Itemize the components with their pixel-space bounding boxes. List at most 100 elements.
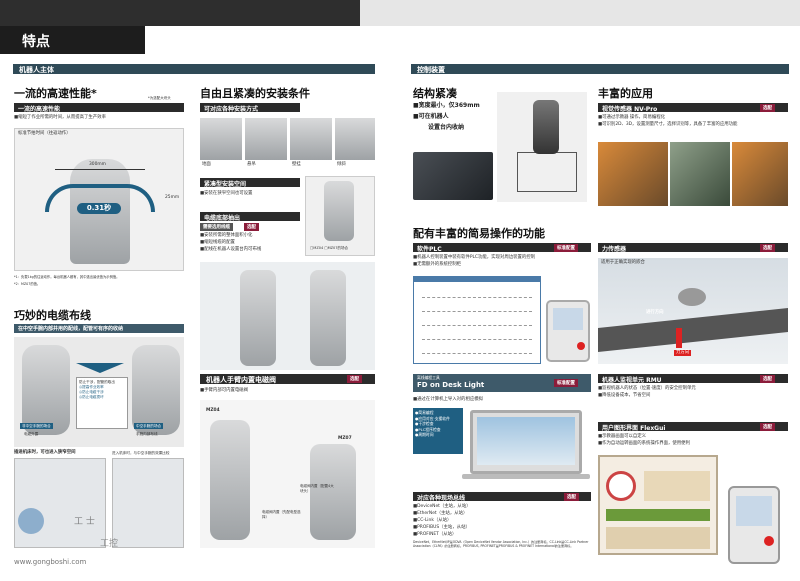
ops-heading: 配有丰富的简易操作的功能	[413, 227, 545, 240]
apps-item: ■可识别2D、3D，设置测量尺寸，选择识别等，具备了丰富的应用功能	[598, 122, 738, 127]
teach-pendant-image	[546, 300, 590, 362]
handcable-note-1: 电磁阀内置（先配电型选择）	[262, 510, 301, 519]
fieldbus-item: ■DeviceNet（主站，从站）	[413, 504, 471, 509]
compact-item: ■可在机器人	[413, 113, 449, 120]
header-light-band	[360, 0, 800, 26]
robot-table	[517, 152, 577, 192]
install-legend: □MZ04 □MZ07的场合	[310, 246, 348, 250]
speed-heading: 一流的高速性能*	[14, 87, 97, 100]
speed-text: ■缩短了作业所需的时间，从而提高了生产效率	[14, 115, 106, 120]
cable-mid-box: 防止干涉，配管的取出 ◎提高作业效率 ◎防止电缆干涉 ◎防止电缆损坏	[76, 377, 128, 429]
apps-opt: 选配	[760, 104, 775, 112]
flexgui-pendant-estop	[764, 536, 774, 546]
flexgui-controls	[606, 527, 710, 549]
compact-heading: 结构紧凑	[413, 87, 457, 100]
speed-subheading: 一流的高速性能	[14, 103, 184, 113]
robot-photo-a	[240, 270, 276, 366]
speed-diagram: 标准节拍时间（往返动作） 300mm 25mm 0.31秒	[14, 128, 184, 271]
install-cable-opt: 选配	[244, 223, 259, 231]
force-arrow-2: 力方向	[674, 350, 692, 356]
watermark-url: www.gongboshi.com	[14, 558, 87, 566]
emergency-stop	[577, 342, 585, 350]
ladder-rung	[422, 297, 532, 298]
mount-label-ceiling: 悬吊	[247, 162, 256, 167]
gauge-dial	[606, 471, 636, 501]
rmu-tag: 选配	[760, 375, 775, 383]
flexgui-pendant-screen	[736, 496, 772, 526]
plc-ladder-screen	[413, 276, 541, 364]
model-mz04: MZ04	[206, 408, 220, 413]
cable-left-label-2: 电缆外露	[24, 432, 39, 436]
mount-ceiling-image	[245, 118, 287, 160]
fieldbus-item: ■EtherNet（主站，从站）	[413, 511, 468, 516]
ladder-rung	[422, 353, 532, 354]
softplc-item: ■机器人控制装置中装有软件PLC功能，实现对周边装置的控制	[413, 255, 536, 260]
force-arrow-down	[676, 328, 682, 348]
force-caption: 适用于正确实现的嵌合	[601, 260, 645, 265]
speed-footnote-1: *1：负载1kg的往返动作。每台机器人都有，其中选出最优值为示例值。	[14, 275, 120, 279]
cable-right-label: 中空手腕的场合	[134, 423, 164, 429]
mount-label-wall: 壁挂	[292, 162, 301, 167]
flexgui-bar	[606, 509, 710, 521]
watermark-logo	[18, 508, 44, 534]
apps-heading: 丰富的应用	[598, 87, 653, 100]
compact-item: 设置台内收纳	[428, 124, 465, 131]
cable-diagram: 防止干涉，配管的取出 ◎提高作业效率 ◎防止电缆干涉 ◎防止电缆损坏 非中空手腕…	[14, 337, 184, 447]
model-mz07: MZ07	[338, 436, 352, 441]
dim-width: 300mm	[89, 162, 106, 167]
laptop-screen	[477, 417, 575, 465]
flexgui-panel	[644, 471, 710, 501]
cable-right-label-2: 手腕内部布线	[136, 432, 158, 436]
mount-tilt-image	[335, 118, 375, 160]
force-gripper	[678, 288, 706, 306]
laptop-base	[462, 474, 590, 479]
robot-right-image	[132, 345, 180, 435]
fieldbus-footnote: DeviceNet，EtherNet/IP是ODVA（Open DeviceNe…	[413, 540, 589, 548]
speed-note: *为选配大块头	[148, 96, 171, 100]
install-cable-tag: 需要选用线缆	[200, 223, 233, 231]
cable-bottom-photo	[200, 262, 375, 370]
ladder-rung	[422, 325, 532, 326]
cable-caption-2: 进入机床时，与中空手腕的效果比较	[112, 451, 170, 455]
robot-mz04-image	[210, 420, 250, 540]
fd-text: ■通过在计算机上导入对的相应模拟	[413, 397, 484, 402]
install-heading: 自由且紧凑的安装条件	[200, 87, 310, 100]
dim-line-width	[55, 169, 145, 170]
cable-caption-1: 插进机床时，可也进入狭窄空间	[14, 450, 76, 455]
mount-label-floor: 地面	[202, 162, 211, 167]
app-photo-2	[670, 142, 730, 206]
section-robot-body: 机器人主体	[13, 64, 375, 74]
watermark-text-2: 工控	[100, 539, 119, 549]
flexgui-screen	[598, 455, 718, 555]
handcable-diagram: MZ04 MZ07 电磁阀内置（先配电型选择） 电磁阀内置（配置4大块头）	[200, 400, 375, 548]
mount-label-tilt: 倾斜	[337, 162, 346, 167]
handcable-opt: 选配	[347, 375, 362, 383]
cable-photo-1	[14, 458, 106, 548]
flexgui-item: ■示教器画面可以自定义	[598, 434, 647, 439]
fd-feature: ●周期时间	[415, 432, 434, 437]
robot-photo-b	[310, 270, 346, 366]
cable-arrow	[76, 363, 124, 373]
rmu-item: ■降低设备成本，节省空间	[598, 393, 651, 398]
cable-left-label: 非中空手腕的场合	[20, 423, 53, 429]
install-sub-compact: 紧凑型安装空间	[200, 178, 300, 188]
fd-feature-box: ●简易编程 ●应用对应·支援软件 ●干涉检查 ●PLC程序检查 ●周期时间	[413, 408, 463, 454]
ladder-rung	[422, 339, 532, 340]
ladder-rung	[422, 311, 532, 312]
compact-robot-image: □MZ04 □MZ07的场合	[305, 176, 375, 256]
compact-robot-drawing	[497, 92, 587, 202]
force-tag: 选配	[760, 244, 775, 252]
cable-photo-2	[112, 458, 184, 548]
flexgui-tag: 选配	[760, 423, 775, 431]
install-compact-text: ■安装在狭窄空间也可设置	[200, 191, 253, 196]
robot-left-image	[22, 345, 70, 435]
install-sub-mounting: 可对应各种安装方式	[200, 103, 300, 113]
force-arrow-1: 进行方向	[646, 310, 664, 315]
dim-height: 25mm	[165, 195, 180, 200]
fieldbus-item: ■CC-Link（从站）	[413, 518, 452, 523]
install-sub-cable: 电缆底部抽出	[200, 212, 300, 222]
install-cable-item: ■安装所需的整体面积小化	[200, 233, 253, 238]
watermark-text-1: 工 士	[74, 517, 95, 527]
softplc-item: ■无需额外的系统控制柜	[413, 262, 462, 267]
robot-silhouette	[533, 100, 559, 154]
